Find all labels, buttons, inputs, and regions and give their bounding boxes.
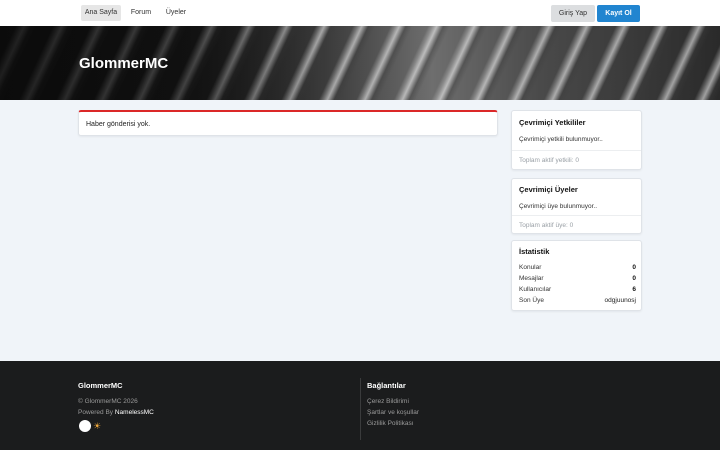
- stat-value: 0: [632, 264, 636, 271]
- top-navbar: Ana Sayfa Forum Üyeler Giriş Yap Kayıt O…: [0, 0, 720, 26]
- stat-value: 0: [632, 275, 636, 282]
- stat-label: Son Üye: [519, 297, 544, 304]
- header-banner: GlommerMC: [0, 26, 720, 100]
- footer-brand: GlommerMC: [78, 381, 123, 390]
- footer-link-privacy[interactable]: Gizlilik Politikası: [367, 420, 414, 427]
- online-staff-total: Toplam aktif yetkili: 0: [519, 157, 579, 164]
- news-card: Haber gönderisi yok.: [78, 110, 498, 136]
- stat-value: 6: [632, 286, 636, 293]
- footer-link-terms[interactable]: Şartlar ve koşullar: [367, 409, 419, 416]
- footer-powered-by: Powered By NamelessMC: [78, 409, 154, 416]
- online-members-title: Çevrimiçi Üyeler: [519, 185, 578, 194]
- theme-toggle-icon[interactable]: [79, 420, 91, 432]
- news-empty-message: Haber gönderisi yok.: [86, 121, 151, 128]
- footer-links-title: Bağlantılar: [367, 381, 406, 390]
- footer-copyright: © GlommerMC 2026: [78, 398, 138, 405]
- stat-row-messages: Mesajlar 0: [519, 275, 636, 285]
- nav-item-members[interactable]: Üyeler: [162, 5, 190, 21]
- stat-label: Konular: [519, 264, 542, 271]
- site-title: GlommerMC: [79, 55, 169, 72]
- site-footer: GlommerMC © GlommerMC 2026 Powered By Na…: [0, 361, 720, 450]
- footer-link-cookie[interactable]: Çerez Bildirimi: [367, 398, 409, 405]
- stat-row-latest-member: Son Üye odgjuunosj: [519, 297, 636, 307]
- namelessmc-link[interactable]: NamelessMC: [115, 409, 154, 416]
- stat-row-users: Kullanıcılar 6: [519, 286, 636, 296]
- divider: [512, 215, 641, 216]
- online-staff-card: Çevrimiçi Yetkililer Çevrimiçi yetkili b…: [511, 110, 642, 170]
- login-button[interactable]: Giriş Yap: [551, 5, 595, 22]
- powered-by-prefix: Powered By: [78, 409, 115, 416]
- online-staff-empty: Çevrimiçi yetkili bulunmuyor..: [519, 136, 603, 143]
- stat-row-topics: Konular 0: [519, 264, 636, 274]
- latest-member-link[interactable]: odgjuunosj: [605, 297, 636, 304]
- online-staff-title: Çevrimiçi Yetkililer: [519, 118, 586, 127]
- nav-item-forum[interactable]: Forum: [127, 5, 155, 21]
- nav-item-home[interactable]: Ana Sayfa: [81, 5, 121, 21]
- online-members-empty: Çevrimiçi üye bulunmuyor..: [519, 203, 598, 210]
- statistics-card: İstatistik Konular 0 Mesajlar 0 Kullanıc…: [511, 240, 642, 311]
- footer-divider: [360, 378, 361, 440]
- stat-label: Mesajlar: [519, 275, 544, 282]
- statistics-title: İstatistik: [519, 247, 550, 256]
- online-members-total: Toplam aktif üye: 0: [519, 222, 574, 229]
- sun-icon[interactable]: ☀: [93, 421, 101, 431]
- divider: [512, 150, 641, 151]
- online-members-card: Çevrimiçi Üyeler Çevrimiçi üye bulunmuyo…: [511, 178, 642, 234]
- stat-label: Kullanıcılar: [519, 286, 552, 293]
- register-button[interactable]: Kayıt Ol: [597, 5, 640, 22]
